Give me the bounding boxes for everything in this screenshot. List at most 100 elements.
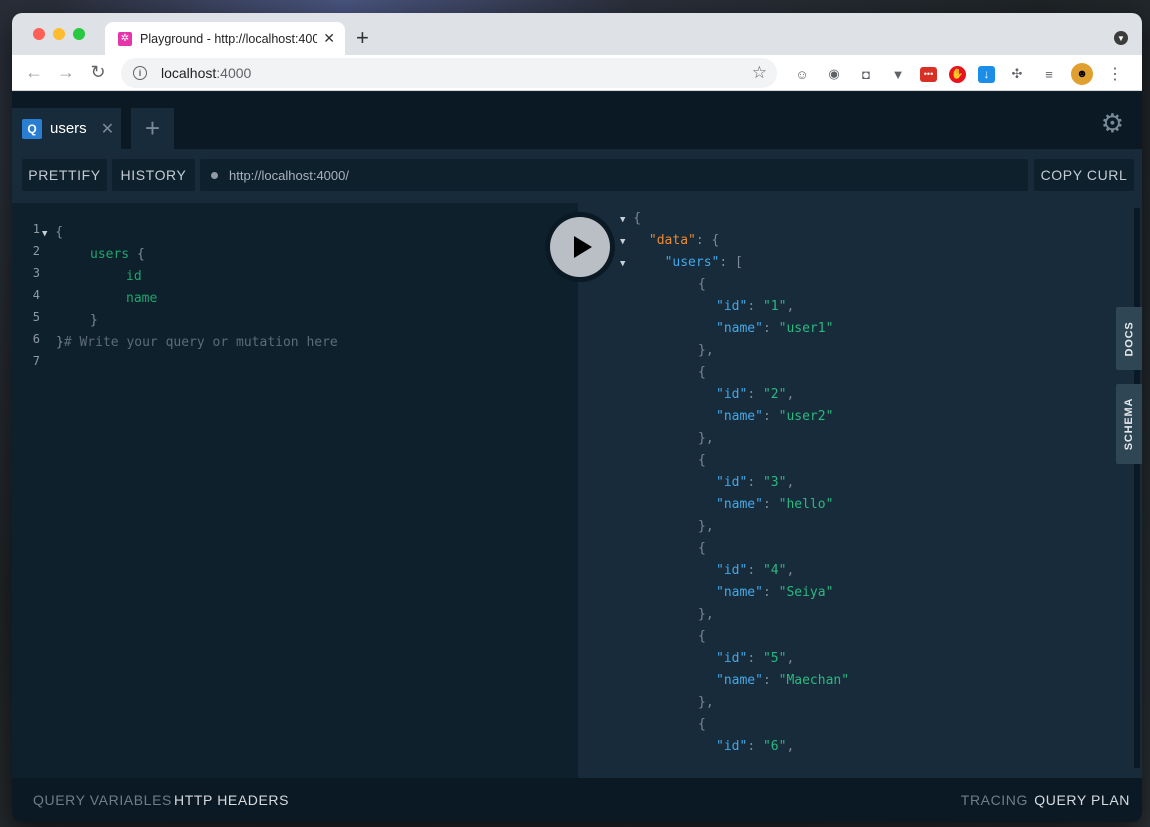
address-url: localhost:4000 <box>161 65 251 81</box>
result-line: "id": "5", <box>716 651 795 666</box>
editor-token: id <box>126 269 142 284</box>
line-number: 2 <box>32 244 40 258</box>
browser-tab[interactable]: ✲ Playground - http://localhost:4000/ ✕ <box>105 22 345 55</box>
result-key: "data" <box>648 233 696 248</box>
docs-tab-label: DOCS <box>1123 321 1136 356</box>
http-headers-tab[interactable]: HTTP HEADERS <box>174 792 289 808</box>
new-tab-icon[interactable]: + <box>356 25 369 51</box>
tab-search-icon[interactable]: ▼ <box>1114 31 1128 45</box>
playground-tab-label: users <box>50 120 87 137</box>
extension-gamepad-icon[interactable]: ◉ <box>824 64 844 84</box>
connection-status-dot <box>211 171 218 179</box>
extension-face-icon[interactable]: ☺ <box>792 64 812 84</box>
schema-tab[interactable]: SCHEMA <box>1116 384 1142 464</box>
editor-line-5: } <box>90 310 98 332</box>
result-key: "id" <box>716 387 748 402</box>
query-variables-tab[interactable]: QUERY VARIABLES <box>33 792 172 808</box>
extension-download-icon[interactable]: ↓ <box>978 65 995 83</box>
editor-comment: # Write your query or mutation here <box>63 335 338 350</box>
query-editor[interactable]: 1 ▼ { 2 users { 3 id 4 name 5 } 6 }# Wri… <box>12 203 578 778</box>
line-number: 3 <box>32 266 40 280</box>
window-controls <box>33 28 85 40</box>
browser-menu-icon[interactable]: ⋮ <box>1105 64 1125 84</box>
endpoint-input[interactable]: http://localhost:4000/ <box>200 159 1028 191</box>
result-line: { <box>698 365 706 380</box>
editor-line-4: name <box>126 288 157 310</box>
history-button[interactable]: HISTORY <box>112 159 195 191</box>
bookmark-star-icon[interactable]: ☆ <box>752 63 767 83</box>
playground-tab-users[interactable]: Q users ✕ <box>12 108 121 149</box>
copy-curl-button[interactable]: COPY CURL <box>1034 159 1134 191</box>
result-key: "id" <box>716 299 748 314</box>
close-window-button[interactable] <box>33 28 45 40</box>
media-queue-icon[interactable]: ≡ <box>1039 64 1059 84</box>
fold-toggle-icon[interactable]: ▼ <box>620 237 625 247</box>
result-value: "3" <box>762 475 787 490</box>
result-line: "name": "user1" <box>716 321 834 336</box>
playground-tab-bar: Q users ✕ + ⚙ <box>12 92 1142 149</box>
prettify-button[interactable]: PRETTIFY <box>22 159 107 191</box>
endpoint-url: http://localhost:4000/ <box>229 167 349 183</box>
result-value: "user1" <box>778 321 834 336</box>
result-key: "id" <box>716 563 748 578</box>
close-tab-icon[interactable]: ✕ <box>323 30 335 47</box>
line-number: 5 <box>32 310 40 324</box>
fold-toggle-icon[interactable]: ▼ <box>42 229 47 239</box>
add-playground-tab-icon[interactable]: + <box>131 108 174 149</box>
reload-icon[interactable]: ↻ <box>82 58 114 88</box>
result-value: "user2" <box>778 409 834 424</box>
settings-gear-icon[interactable]: ⚙ <box>1101 108 1124 139</box>
result-line: }, <box>698 695 714 710</box>
result-value: "1" <box>762 299 787 314</box>
result-line: "id": "2", <box>716 387 795 402</box>
extensions-area: ☺ ◉ ◘ ▼ ••• ✋ ↓ ✣ ≡ ☻ ⋮ <box>792 63 1125 85</box>
site-info-icon[interactable]: i <box>133 66 147 80</box>
query-badge: Q <box>22 118 42 139</box>
address-bar[interactable]: i localhost:4000 ☆ <box>121 58 777 88</box>
editor-token: users <box>90 247 130 262</box>
maximize-window-button[interactable] <box>73 28 85 40</box>
browser-tab-title: Playground - http://localhost:4000/ <box>140 31 318 46</box>
result-line: "name": "Maechan" <box>716 673 850 688</box>
browser-window: ✲ Playground - http://localhost:4000/ ✕ … <box>12 13 1142 822</box>
editor-token: { <box>129 247 145 262</box>
close-playground-tab-icon[interactable]: ✕ <box>101 119 114 139</box>
result-key: "id" <box>716 475 748 490</box>
browser-toolbar: ← → ↻ i localhost:4000 ☆ ☺ ◉ ◘ ▼ ••• ✋ ↓… <box>12 55 1142 91</box>
bottom-bar: QUERY VARIABLES HTTP HEADERS TRACING QUE… <box>12 778 1142 822</box>
extensions-puzzle-icon[interactable]: ✣ <box>1007 64 1027 84</box>
minimize-window-button[interactable] <box>53 28 65 40</box>
editor-token: name <box>126 291 158 306</box>
docs-tab[interactable]: DOCS <box>1116 307 1142 370</box>
result-scrollbar[interactable] <box>1134 208 1140 768</box>
extension-dots-icon[interactable]: ••• <box>920 66 937 82</box>
line-number: 4 <box>32 288 40 302</box>
result-value: "4" <box>762 563 787 578</box>
result-line: }, <box>698 519 714 534</box>
execute-query-button[interactable] <box>550 217 610 277</box>
extension-camera-icon[interactable]: ◘ <box>856 64 876 84</box>
editor-line-6: }# Write your query or mutation here <box>56 332 338 354</box>
result-value: "2" <box>762 387 787 402</box>
result-value: "Seiya" <box>778 585 834 600</box>
result-line: "id": "3", <box>716 475 795 490</box>
result-key: "name" <box>716 409 763 424</box>
result-line: ▼ "data": { <box>620 233 720 248</box>
result-line: "name": "Seiya" <box>716 585 834 600</box>
fold-toggle-icon[interactable]: ▼ <box>620 259 625 269</box>
extension-adblock-icon[interactable]: ✋ <box>949 65 966 83</box>
tracing-tab[interactable]: TRACING <box>961 792 1028 808</box>
result-line: ▼ "users": [ <box>620 255 743 270</box>
profile-avatar[interactable]: ☻ <box>1071 63 1093 85</box>
result-key: "name" <box>716 321 763 336</box>
result-value: "Maechan" <box>778 673 850 688</box>
fold-toggle-icon[interactable]: ▼ <box>620 215 625 225</box>
back-arrow-icon[interactable]: ← <box>18 58 50 88</box>
extension-vue-icon[interactable]: ▼ <box>888 64 908 84</box>
result-line: { <box>698 717 706 732</box>
editor-token: } <box>56 335 64 350</box>
query-plan-tab[interactable]: QUERY PLAN <box>1034 792 1130 808</box>
result-line: { <box>698 453 706 468</box>
result-key: "name" <box>716 585 763 600</box>
forward-arrow-icon[interactable]: → <box>50 58 82 88</box>
